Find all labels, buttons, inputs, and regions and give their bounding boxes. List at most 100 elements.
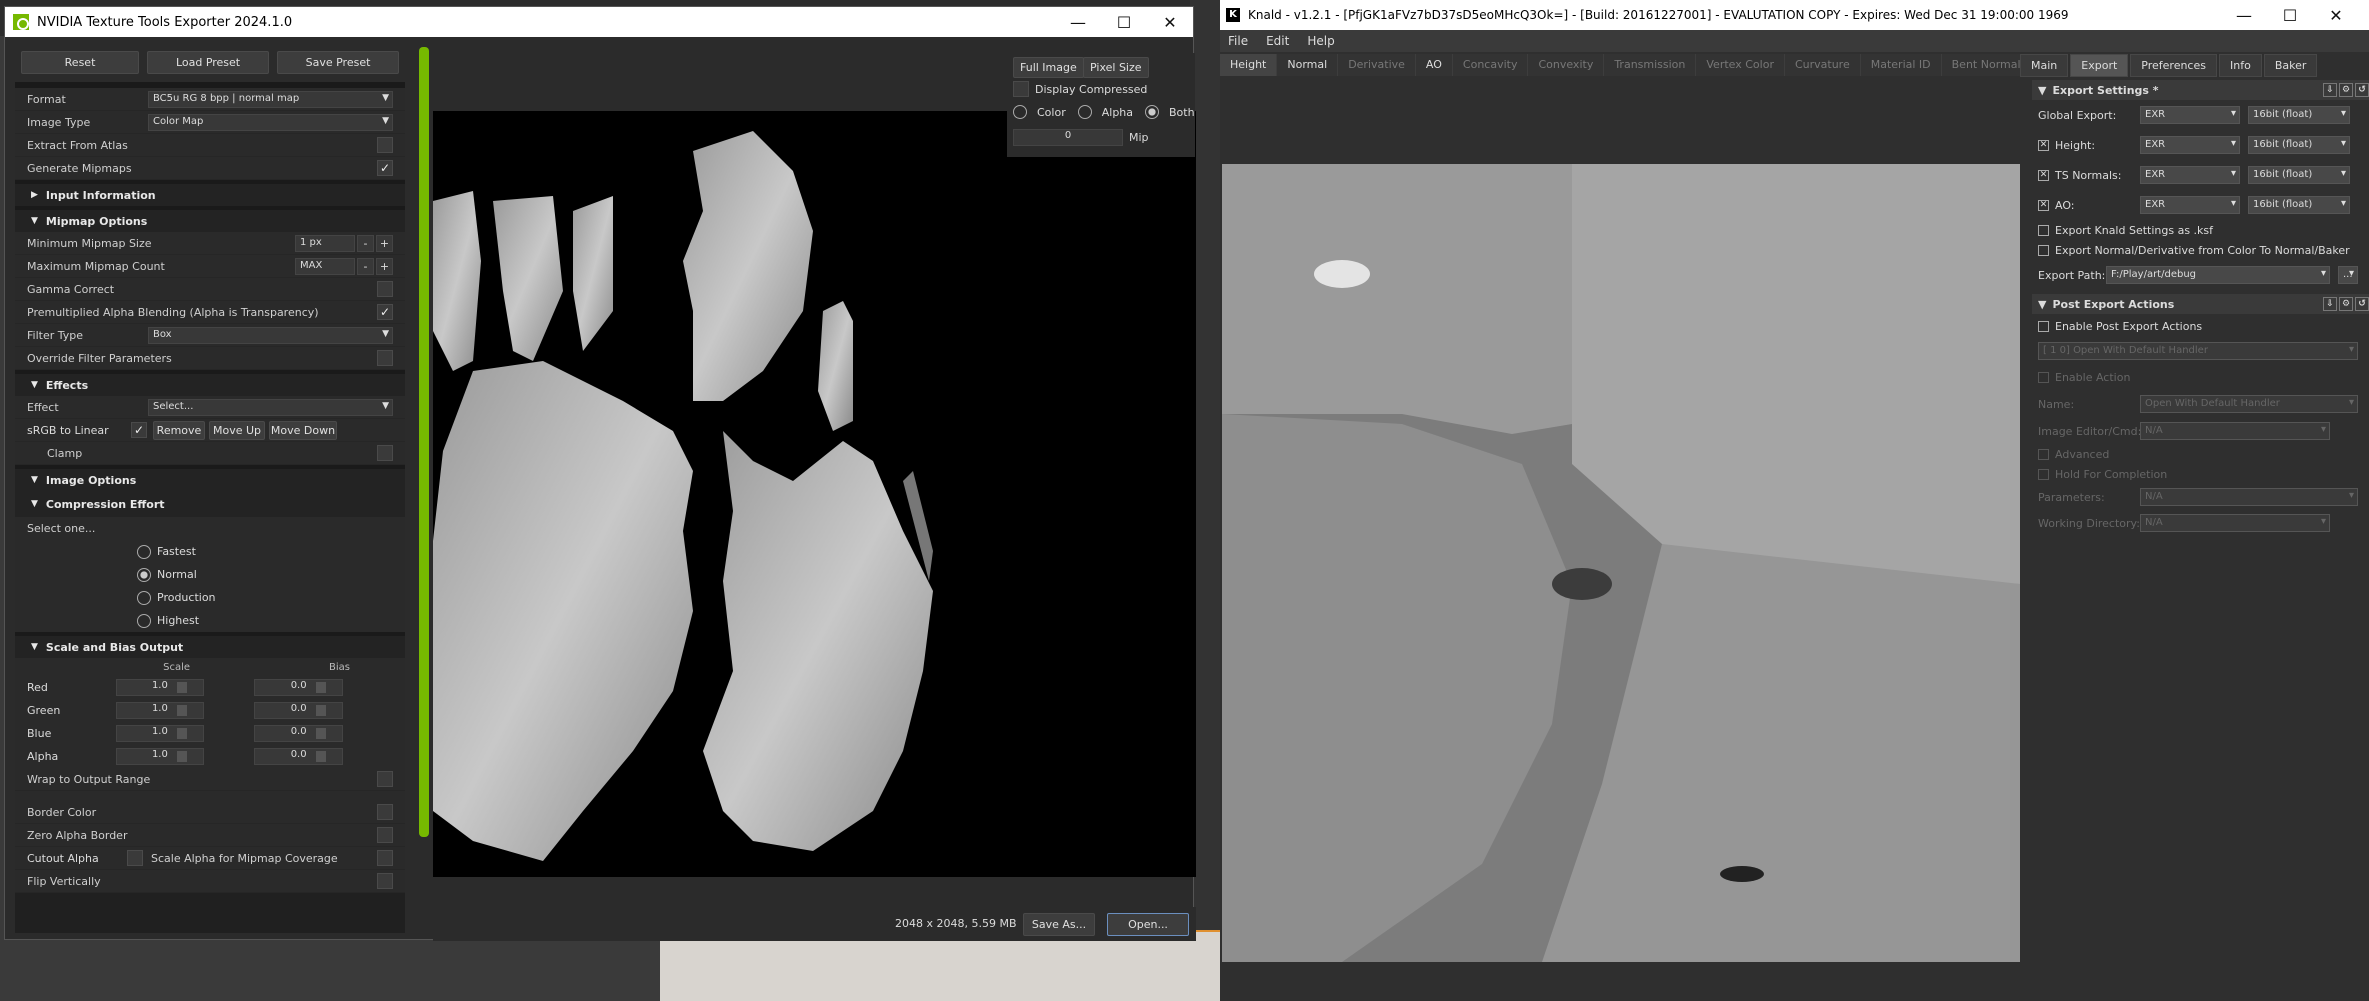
settings-icon[interactable]: ⚙ [2339,83,2353,97]
hold-completion-checkbox[interactable] [2038,468,2049,480]
save-preset-button[interactable]: Save Preset [277,51,400,74]
srgb-checkbox[interactable]: ✓ [131,422,147,438]
image-type-select[interactable]: Color Map [148,113,393,131]
tab-convexity[interactable]: Convexity [1528,54,1605,76]
global-export-format[interactable]: EXR [2140,106,2240,124]
tab-preferences[interactable]: Preferences [2130,54,2217,77]
ao-bit[interactable]: 16bit (float) [2248,196,2350,214]
handler-select[interactable]: [ 1 0] Open With Default Handler [2038,342,2358,360]
flip-vertically-checkbox[interactable] [377,873,393,889]
format-select[interactable]: BC5u RG 8 bpp | normal map [148,90,393,108]
load-preset-button[interactable]: Load Preset [147,51,270,74]
height-map-preview[interactable] [1222,164,2020,962]
effect-select[interactable]: Select... [148,398,393,416]
name-input[interactable]: Open With Default Handler [2140,395,2358,413]
tab-export[interactable]: Export [2070,54,2129,77]
settings-scrollbar[interactable] [419,47,429,837]
override-filter-checkbox[interactable] [377,350,393,366]
both-radio[interactable] [1145,105,1160,119]
premultiplied-checkbox[interactable]: ✓ [377,304,393,320]
mipmap-options-section[interactable]: ▼ Mipmap Options [15,206,405,232]
tab-baker[interactable]: Baker [2263,54,2318,77]
tab-bent-normal[interactable]: Bent Normal [1942,54,2032,76]
decrement-button[interactable]: - [357,257,374,275]
gamma-correct-checkbox[interactable] [377,281,393,297]
minimize-icon[interactable]: — [2221,6,2267,25]
save-as-button[interactable]: Save As... [1023,913,1095,936]
remove-button[interactable]: Remove [153,420,205,440]
tab-info[interactable]: Info [2218,54,2262,77]
parameters-input[interactable]: N/A [2140,488,2358,506]
post-export-header[interactable]: ▼ Post Export Actions ⇩ ⚙ ↺ [2032,294,2369,314]
full-image-button[interactable]: Full Image [1013,57,1084,78]
move-up-button[interactable]: Move Up [209,420,265,440]
menu-edit[interactable]: Edit [1266,34,1289,48]
tab-normal[interactable]: Normal [1277,54,1339,76]
filter-type-select[interactable]: Box [148,326,393,344]
height-checkbox[interactable]: ✕ [2038,139,2049,151]
enable-action-checkbox[interactable] [2038,371,2049,383]
wrap-output-checkbox[interactable] [377,771,393,787]
tab-transmission[interactable]: Transmission [1604,54,1697,76]
global-export-bit[interactable]: 16bit (float) [2248,106,2350,124]
decrement-button[interactable]: - [357,234,374,252]
minimize-icon[interactable]: — [1055,13,1101,32]
tab-main[interactable]: Main [2020,54,2069,77]
blue-bias-input[interactable]: 0.0 [254,725,344,742]
clamp-checkbox[interactable] [377,445,393,461]
maximize-icon[interactable]: ☐ [2267,6,2313,25]
cutout-alpha-checkbox[interactable] [127,850,143,866]
height-format[interactable]: EXR [2140,136,2240,154]
radio-normal[interactable]: Normal [15,563,405,586]
alpha-scale-input[interactable]: 1.0 [115,748,205,765]
enable-post-checkbox[interactable] [2038,320,2049,332]
generate-mipmaps-checkbox[interactable]: ✓ [377,160,393,176]
border-color-checkbox[interactable] [377,804,393,820]
tab-height[interactable]: Height [1220,54,1278,76]
radio-production[interactable]: Production [15,586,405,609]
ts-normals-format[interactable]: EXR [2140,166,2240,184]
green-bias-input[interactable]: 0.0 [254,702,344,719]
reset-button[interactable]: Reset [21,51,140,74]
close-icon[interactable]: ✕ [1147,13,1193,32]
advanced-checkbox[interactable] [2038,448,2049,460]
scale-bias-section[interactable]: ▼ Scale and Bias Output [15,632,405,658]
display-compressed-checkbox[interactable] [1013,81,1029,97]
height-bit[interactable]: 16bit (float) [2248,136,2350,154]
pixel-size-button[interactable]: Pixel Size [1083,57,1149,78]
tab-material-id[interactable]: Material ID [1861,54,1942,76]
working-dir-input[interactable]: N/A [2140,514,2330,532]
ts-normals-bit[interactable]: 16bit (float) [2248,166,2350,184]
blue-scale-input[interactable]: 1.0 [115,725,205,742]
input-information-section[interactable]: ▶ Input Information [15,180,405,206]
move-down-button[interactable]: Move Down [269,420,337,440]
ao-format[interactable]: EXR [2140,196,2240,214]
mip-slider[interactable]: 0 [1013,129,1123,146]
export-normal-checkbox[interactable] [2038,244,2049,256]
pin-icon[interactable]: ⇩ [2323,297,2337,311]
alpha-bias-input[interactable]: 0.0 [254,748,344,765]
tab-derivative[interactable]: Derivative [1338,54,1416,76]
ts-normals-checkbox[interactable]: ✕ [2038,169,2049,181]
alpha-radio[interactable] [1077,105,1092,119]
menu-file[interactable]: File [1228,34,1248,48]
scale-alpha-checkbox[interactable] [377,850,393,866]
open-button[interactable]: Open... [1107,913,1189,936]
settings-icon[interactable]: ⚙ [2339,297,2353,311]
image-options-section[interactable]: ▼ Image Options [15,465,405,491]
red-bias-input[interactable]: 0.0 [254,679,344,696]
menu-help[interactable]: Help [1307,34,1334,48]
image-editor-input[interactable]: N/A [2140,422,2330,440]
pin-icon[interactable]: ⇩ [2323,83,2337,97]
compression-effort-section[interactable]: ▼ Compression Effort [15,491,405,517]
effects-section[interactable]: ▼ Effects [15,370,405,396]
zero-alpha-border-checkbox[interactable] [377,827,393,843]
radio-fastest[interactable]: Fastest [15,540,405,563]
max-mip-count-input[interactable]: MAX [295,257,355,275]
maximize-icon[interactable]: ☐ [1101,13,1147,32]
color-radio[interactable] [1013,105,1027,119]
reset-icon[interactable]: ↺ [2355,297,2369,311]
min-mip-size-input[interactable]: 1 px [295,234,355,252]
ao-checkbox[interactable]: ✕ [2038,199,2049,211]
close-icon[interactable]: ✕ [2313,6,2359,25]
